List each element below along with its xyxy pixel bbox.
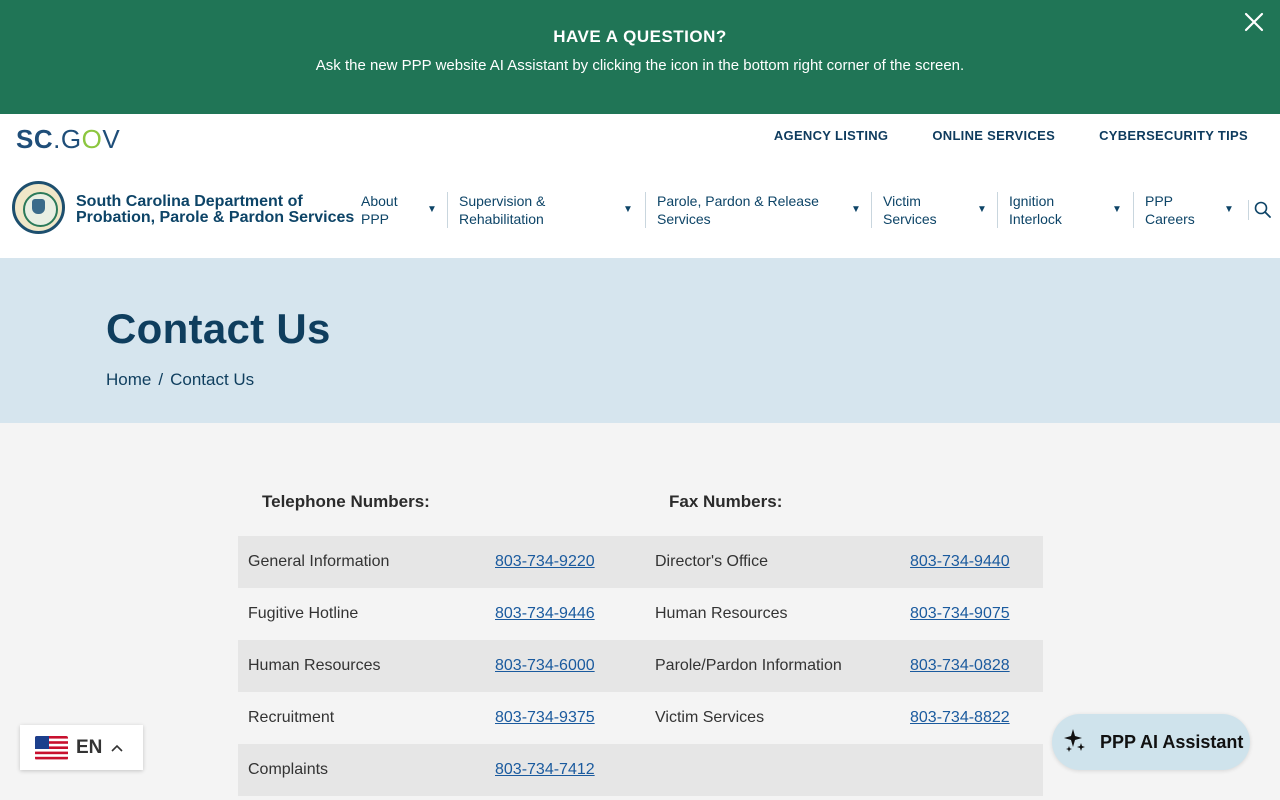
breadcrumb-separator: / <box>158 370 164 389</box>
scgov-logo[interactable]: SC.GOV <box>16 124 120 155</box>
tel-number-link[interactable]: 803-734-9446 <box>495 605 595 622</box>
sparkle-icon <box>1064 727 1088 758</box>
fax-label: Director's Office <box>655 553 769 570</box>
table-row: Fugitive Hotline 803-734-9446 Human Reso… <box>238 588 1043 640</box>
fax-number-link[interactable]: 803-734-8822 <box>910 709 1010 726</box>
page-hero: Contact Us Home / Contact Us <box>0 258 1280 423</box>
agency-name[interactable]: South Carolina Department of Probation, … <box>76 194 354 226</box>
tel-label: Recruitment <box>248 709 335 726</box>
search-icon[interactable] <box>1248 200 1271 220</box>
ai-assistant-button[interactable]: PPP AI Assistant <box>1052 714 1250 770</box>
fax-number-link[interactable]: 803-734-0828 <box>910 657 1010 674</box>
utility-bar: SC.GOV AGENCY LISTING ONLINE SERVICES CY… <box>0 114 1280 162</box>
nav-ignition-interlock[interactable]: Ignition Interlock ▼ <box>997 192 1133 228</box>
chevron-down-icon: ▼ <box>1224 204 1234 215</box>
tel-number-link[interactable]: 803-734-9220 <box>495 553 595 570</box>
agency-seal-logo[interactable] <box>12 181 65 234</box>
us-flag-icon <box>35 735 68 760</box>
nav-about-ppp[interactable]: About PPP ▼ <box>350 192 447 228</box>
nav-victim-services[interactable]: Victim Services ▼ <box>871 192 997 228</box>
table-row: Human Resources 803-734-6000 Parole/Pard… <box>238 640 1043 692</box>
agency-listing-link[interactable]: AGENCY LISTING <box>774 128 888 143</box>
chevron-up-icon <box>111 741 123 755</box>
tel-label: Fugitive Hotline <box>248 605 359 622</box>
utility-links: AGENCY LISTING ONLINE SERVICES CYBERSECU… <box>774 128 1248 143</box>
breadcrumb: Home / Contact Us <box>106 370 254 390</box>
ai-assistant-label: PPP AI Assistant <box>1100 731 1244 752</box>
chevron-down-icon: ▼ <box>427 204 437 215</box>
page-title: Contact Us <box>106 305 331 352</box>
tel-label: Human Resources <box>248 657 381 674</box>
alert-title: HAVE A QUESTION? <box>553 27 727 46</box>
cybersecurity-tips-link[interactable]: CYBERSECURITY TIPS <box>1099 128 1248 143</box>
chevron-down-icon: ▼ <box>623 204 633 215</box>
table-row: Complaints 803-734-7412 <box>238 744 1043 796</box>
breadcrumb-home[interactable]: Home <box>106 370 151 389</box>
telephone-heading: Telephone Numbers: <box>262 492 430 511</box>
chevron-down-icon: ▼ <box>1112 204 1122 215</box>
table-row: General Information 803-734-9220 Directo… <box>238 536 1043 588</box>
tel-label: Complaints <box>248 761 329 778</box>
fax-label: Victim Services <box>655 709 765 726</box>
table-row: Recruitment 803-734-9375 Victim Services… <box>238 692 1043 744</box>
language-code: EN <box>76 736 103 758</box>
online-services-link[interactable]: ONLINE SERVICES <box>932 128 1055 143</box>
fax-number-link[interactable]: 803-734-9075 <box>910 605 1010 622</box>
tel-number-link[interactable]: 803-734-9375 <box>495 709 595 726</box>
site-header: South Carolina Department of Probation, … <box>0 162 1280 258</box>
fax-number-link[interactable]: 803-734-9440 <box>910 553 1010 570</box>
nav-ppp-careers[interactable]: PPP Careers ▼ <box>1133 192 1245 228</box>
nav-supervision-rehabilitation[interactable]: Supervision & Rehabilitation ▼ <box>447 192 645 228</box>
fax-label: Parole/Pardon Information <box>655 657 842 674</box>
fax-heading: Fax Numbers: <box>669 492 783 511</box>
fax-label: Human Resources <box>655 605 788 622</box>
language-selector[interactable]: EN <box>20 725 143 770</box>
tel-label: General Information <box>248 553 390 570</box>
close-icon[interactable] <box>1242 10 1266 34</box>
chevron-down-icon: ▼ <box>851 204 861 215</box>
alert-banner: HAVE A QUESTION? Ask the new PPP website… <box>0 0 1280 114</box>
nav-parole-pardon-release[interactable]: Parole, Pardon & Release Services ▼ <box>645 192 871 228</box>
main-nav: About PPP ▼ Supervision & Rehabilitation ▼… <box>350 190 1245 230</box>
breadcrumb-current: Contact Us <box>170 370 255 389</box>
tel-number-link[interactable]: 803-734-6000 <box>495 657 595 674</box>
chevron-down-icon: ▼ <box>977 204 987 215</box>
alert-text: Ask the new PPP website AI Assistant by … <box>315 57 965 74</box>
tel-number-link[interactable]: 803-734-7412 <box>495 761 595 778</box>
contact-rows: General Information 803-734-9220 Directo… <box>238 536 1043 796</box>
